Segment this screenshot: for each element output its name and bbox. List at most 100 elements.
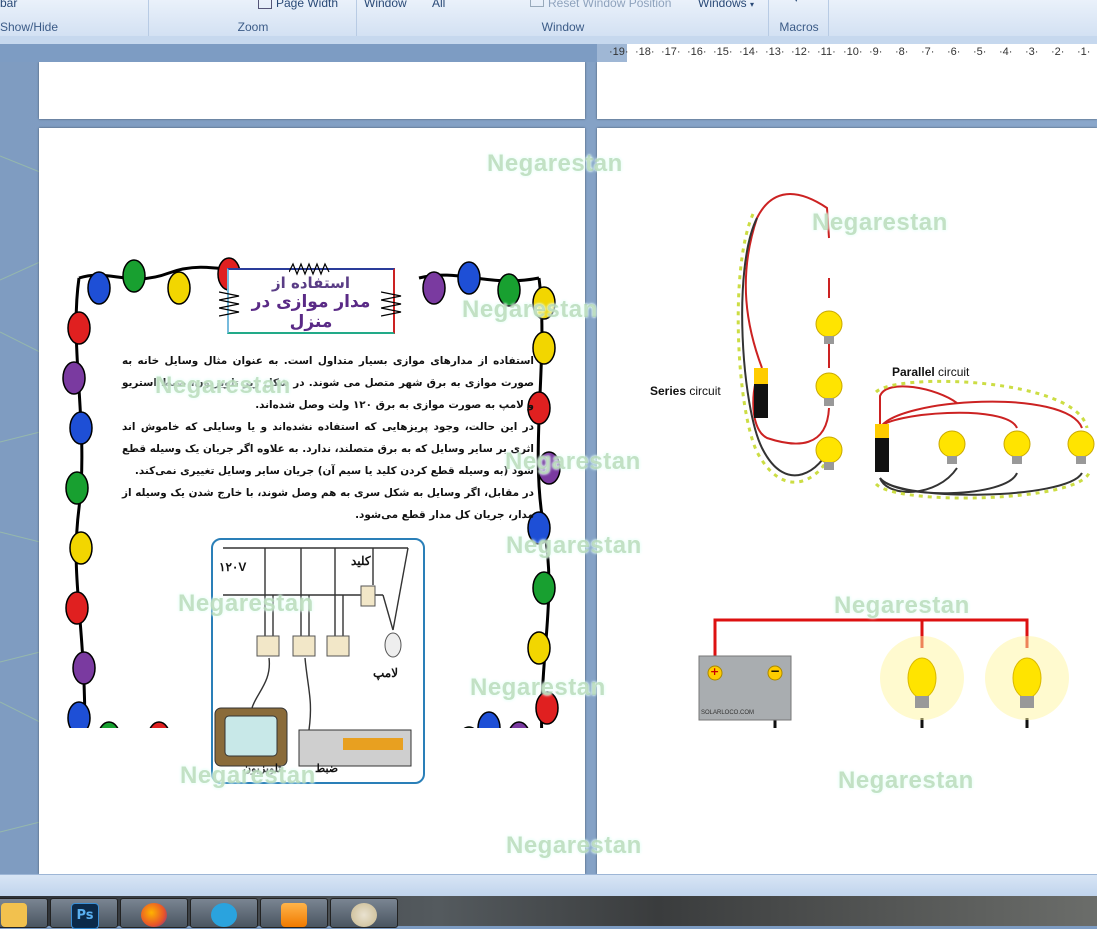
light-bulb-icon: [69, 411, 93, 445]
battery-minus-sign: −: [770, 664, 781, 678]
light-bulb-icon: [457, 261, 481, 295]
bulb-icon: [815, 372, 843, 400]
resistor-zigzag-icon: [381, 291, 402, 317]
switch-windows-label: Windows: [698, 0, 747, 10]
series-bold: Series: [650, 384, 687, 398]
reset-window-icon: [530, 0, 544, 7]
taskbar-paint-button[interactable]: [330, 898, 398, 928]
ruler-tick-label: ·18·: [635, 46, 655, 58]
bulb-icon: [815, 310, 843, 338]
folder-icon: [1, 903, 27, 927]
resistor-zigzag-icon: [219, 291, 240, 317]
ribbon-group-show-hide: bar Show/Hide: [0, 0, 149, 36]
ribbon-group-zoom: Page Width Zoom: [150, 0, 357, 36]
macros-dropdown-icon[interactable]: ▾: [794, 0, 799, 5]
title-line-1: استفاده از: [272, 274, 350, 292]
ribbon: bar Show/Hide Page Width Zoom Window All…: [0, 0, 1097, 37]
ruler-tick-label: ·17·: [661, 46, 681, 58]
ruler-tick-label: ·5·: [973, 46, 987, 58]
previous-page-left[interactable]: [39, 62, 585, 119]
light-bulb-icon: [62, 361, 86, 395]
ruler-tick-label: ·15·: [713, 46, 733, 58]
parallel-bold: Parallel: [892, 365, 935, 379]
ruler-tick-label: ·14·: [739, 46, 759, 58]
page-right[interactable]: Series circuit Parallel circuit SOLARLOC…: [597, 128, 1097, 874]
ruler-tick-label: ·13·: [765, 46, 785, 58]
reset-window-position-button[interactable]: Reset Window Position: [530, 0, 671, 10]
resistor-zigzag-icon: [289, 262, 330, 276]
title-box: استفاده از مدار موازی در منزل: [227, 268, 395, 334]
series-rest: circuit: [686, 384, 721, 398]
light-bulb-icon: [535, 691, 559, 725]
title-line-2: مدار موازی در منزل: [251, 292, 371, 332]
voltage-label: ۱۲۰V: [219, 560, 247, 574]
taskbar-photoshop-button[interactable]: Ps: [50, 898, 118, 929]
light-bulb-icon: [477, 711, 501, 728]
page-width-button[interactable]: Page Width: [258, 0, 338, 10]
previous-page-right[interactable]: [597, 62, 1097, 119]
taskbar: Ps: [0, 896, 1097, 929]
light-bulb-icon: [69, 531, 93, 565]
light-bulb-icon: [532, 571, 556, 605]
ribbon-show-hide-control[interactable]: bar: [0, 0, 17, 10]
switch-label: کلید: [351, 554, 371, 568]
horizontal-ruler[interactable]: ·19· ·18· ·17· ·16· ·15· ·14· ·13· ·12· ·11· ·10·…: [597, 44, 1097, 63]
ribbon-group-label: Zoom: [237, 20, 269, 34]
bulb-icon: [938, 430, 966, 458]
ruler-tick-label: ·19·: [609, 46, 629, 58]
firefox-icon: [141, 903, 167, 927]
bulb-icon: [1003, 430, 1031, 458]
ribbon-bottom-bar: [0, 36, 1097, 44]
bulb-icon: [1067, 430, 1095, 458]
ribbon-group-label: Macros: [779, 20, 819, 34]
light-bulb-icon: [65, 591, 89, 625]
ruler-tick-label: ·10·: [843, 46, 863, 58]
media-player-icon: [281, 903, 307, 927]
light-bulb-icon: [122, 259, 146, 293]
stereo-label: ضبط: [315, 763, 339, 775]
ruler-tick-label: ·1·: [1077, 46, 1091, 58]
light-bulb-icon: [149, 721, 169, 728]
chevron-down-icon: ▾: [750, 0, 755, 9]
light-bulb-icon: [537, 451, 561, 485]
photoshop-icon: Ps: [71, 903, 99, 929]
ruler-tick-label: ·3·: [1025, 46, 1039, 58]
ribbon-group-label: Window: [541, 20, 585, 34]
ribbon-group-window: Window All Reset Window Position Windows…: [358, 0, 769, 36]
switch-windows-button[interactable]: Windows ▾: [698, 0, 754, 10]
parallel-rest: circuit: [934, 365, 970, 379]
page-left[interactable]: استفاده از مدار موازی در منزل استفاده از…: [39, 128, 585, 874]
page-width-label: Page Width: [276, 0, 339, 10]
reset-window-label: Reset Window Position: [548, 0, 672, 10]
taskbar-telegram-button[interactable]: [190, 898, 258, 928]
bulb-base: [824, 398, 834, 406]
light-bulb-icon: [87, 271, 111, 305]
ruler-tick-label: ·12·: [791, 46, 811, 58]
ruler-tick-label: ·9·: [869, 46, 883, 58]
ruler-tick-label: ·2·: [1051, 46, 1065, 58]
light-bulb-icon: [497, 273, 521, 307]
parallel-home-diagram: ۱۲۰V کلید لامپ تلویزیون ضبط: [211, 538, 425, 784]
taskbar-media-player-button[interactable]: [260, 898, 328, 928]
ribbon-group-label: Show/Hide: [0, 20, 59, 34]
taskbar-explorer-button[interactable]: [0, 898, 48, 928]
bulb-icon: [815, 436, 843, 464]
ruler-tick-label: ·8·: [895, 46, 909, 58]
bulb-base: [1076, 456, 1086, 464]
parallel-circuit-label: Parallel circuit: [892, 365, 969, 379]
background-lines: [0, 155, 40, 833]
ruler-tick-label: ·16·: [687, 46, 707, 58]
series-circuit-label: Series circuit: [650, 384, 721, 398]
battery-plus-sign: +: [710, 665, 720, 678]
new-window-button[interactable]: Window: [364, 0, 407, 10]
circuit-illustrations: [698, 193, 1095, 728]
taskbar-firefox-button[interactable]: [120, 898, 188, 928]
light-bulb-icon: [167, 271, 191, 305]
battery-brand-label: SOLARLOCO.COM: [701, 710, 755, 716]
document-workspace[interactable]: استفاده از مدار موازی در منزل استفاده از…: [0, 62, 1097, 874]
ruler-tick-label: ·11·: [817, 46, 836, 58]
wiring-lines: [214, 547, 412, 767]
arrange-all-button[interactable]: All: [432, 0, 445, 10]
paragraph-2: در این حالت، وجود پریزهایی که استفاده نش…: [122, 421, 534, 477]
bulb-base: [1012, 456, 1022, 464]
